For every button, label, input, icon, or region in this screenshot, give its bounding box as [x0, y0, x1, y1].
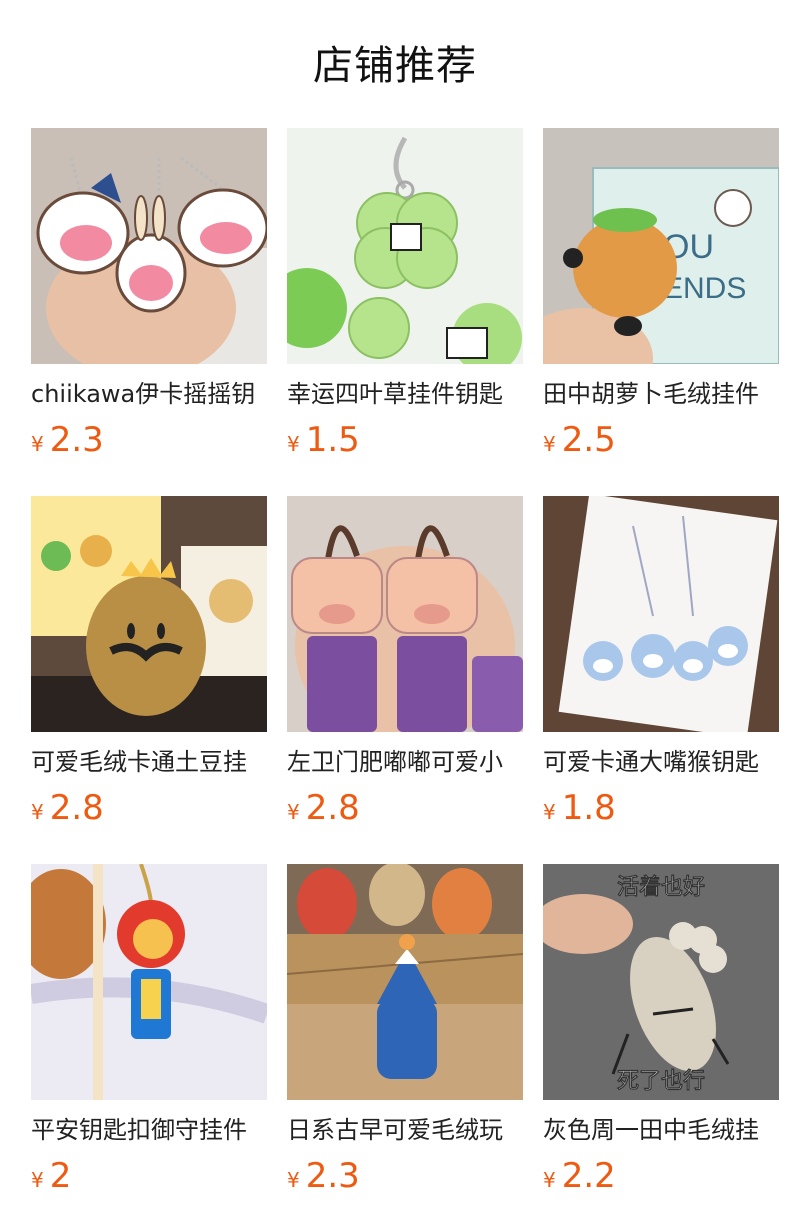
pig-charm-photo[interactable] — [287, 496, 523, 732]
product-name[interactable]: 日系古早可爱毛绒玩 — [287, 1114, 523, 1146]
currency-symbol: ¥ — [31, 1168, 44, 1192]
currency-symbol: ¥ — [287, 800, 300, 824]
monkey-keychain-photo[interactable] — [543, 496, 779, 732]
currency-symbol: ¥ — [31, 432, 44, 456]
price-value: 2.2 — [561, 1156, 616, 1196]
radish-plush-photo[interactable]: 活着也好 死了也行 — [543, 864, 779, 1100]
currency-symbol: ¥ — [31, 800, 44, 824]
carrot-plush-photo[interactable]: OU ENDS — [543, 128, 779, 364]
product-card[interactable]: 可爱毛绒卡通土豆挂 ¥2.8 — [31, 496, 267, 864]
product-grid: chiikawa伊卡摇摇钥 ¥2.3 幸运四叶草挂件钥匙 ¥1.5 OU END… — [31, 128, 779, 1232]
currency-symbol: ¥ — [543, 1168, 556, 1192]
price-value: 2.3 — [49, 420, 104, 460]
product-card[interactable]: 日系古早可爱毛绒玩 ¥2.3 — [287, 864, 523, 1232]
fuji-plush-photo[interactable] — [287, 864, 523, 1100]
product-price: ¥1.5 — [287, 420, 523, 460]
currency-symbol: ¥ — [543, 800, 556, 824]
product-name[interactable]: 灰色周一田中毛绒挂 — [543, 1114, 779, 1146]
product-price: ¥2.3 — [287, 1156, 523, 1196]
product-name[interactable]: chiikawa伊卡摇摇钥 — [31, 378, 267, 410]
product-card[interactable]: OU ENDS 田中胡萝卜毛绒挂件 ¥2.5 — [543, 128, 779, 496]
product-name[interactable]: 田中胡萝卜毛绒挂件 — [543, 378, 779, 410]
price-value: 2 — [49, 1156, 72, 1196]
product-name[interactable]: 可爱卡通大嘴猴钥匙 — [543, 746, 779, 778]
product-name[interactable]: 可爱毛绒卡通土豆挂 — [31, 746, 267, 778]
currency-symbol: ¥ — [543, 432, 556, 456]
product-card[interactable]: 左卫门肥嘟嘟可爱小 ¥2.8 — [287, 496, 523, 864]
product-name[interactable]: 平安钥匙扣御守挂件 — [31, 1114, 267, 1146]
product-card[interactable]: 可爱卡通大嘴猴钥匙 ¥1.8 — [543, 496, 779, 864]
product-name[interactable]: 左卫门肥嘟嘟可爱小 — [287, 746, 523, 778]
product-price: ¥2.8 — [31, 788, 267, 828]
product-card[interactable]: 平安钥匙扣御守挂件 ¥2 — [31, 864, 267, 1232]
omamori-keychain-photo[interactable] — [31, 864, 267, 1100]
product-name[interactable]: 幸运四叶草挂件钥匙 — [287, 378, 523, 410]
product-card[interactable]: 活着也好 死了也行 灰色周一田中毛绒挂 ¥2.2 — [543, 864, 779, 1232]
product-price: ¥2.5 — [543, 420, 779, 460]
product-price: ¥1.8 — [543, 788, 779, 828]
currency-symbol: ¥ — [287, 432, 300, 456]
page-title: 店铺推荐 — [313, 43, 477, 89]
image-caption-top: 活着也好 — [617, 874, 705, 900]
product-price: ¥2 — [31, 1156, 267, 1196]
product-price: ¥2.3 — [31, 420, 267, 460]
price-value: 2.8 — [49, 788, 104, 828]
price-value: 2.3 — [305, 1156, 360, 1196]
currency-symbol: ¥ — [287, 1168, 300, 1192]
product-card[interactable]: chiikawa伊卡摇摇钥 ¥2.3 — [31, 128, 267, 496]
price-value: 1.8 — [561, 788, 616, 828]
image-caption-bottom: 死了也行 — [617, 1068, 705, 1094]
chiikawa-keychain-photo[interactable] — [31, 128, 267, 364]
price-value: 2.8 — [305, 788, 360, 828]
price-value: 1.5 — [305, 420, 360, 460]
price-value: 2.5 — [561, 420, 616, 460]
potato-plush-photo[interactable] — [31, 496, 267, 732]
product-price: ¥2.8 — [287, 788, 523, 828]
product-price: ¥2.2 — [543, 1156, 779, 1196]
product-card[interactable]: 幸运四叶草挂件钥匙 ¥1.5 — [287, 128, 523, 496]
clover-keychain-photo[interactable] — [287, 128, 523, 364]
